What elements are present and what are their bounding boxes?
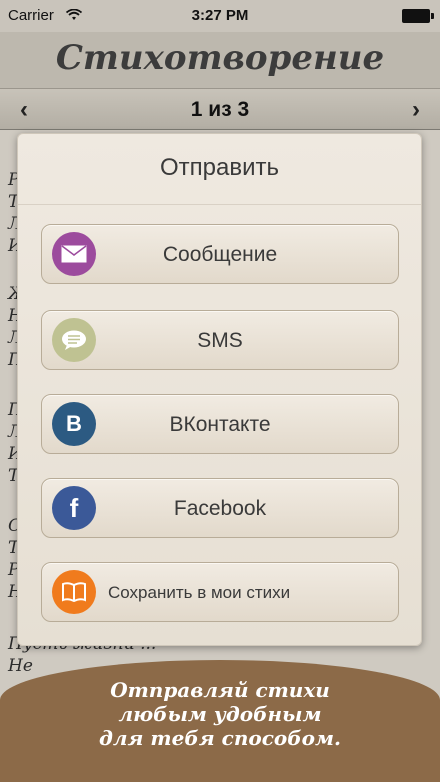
option-label: Сообщение (162, 243, 278, 266)
status-bar: Carrier 3:27 PM (0, 0, 440, 32)
dialog-title: Отправить (159, 154, 279, 181)
pager-bar: ‹ 1 из 3 › (0, 89, 440, 130)
page-title: Стихотворение (55, 38, 385, 78)
share-message-button[interactable]: Сообщение (41, 224, 399, 284)
status-time: 3:27 PM (191, 7, 249, 24)
option-label: Сохранить в мои стихи (108, 583, 291, 602)
caption-line: Отправляй стихи (110, 678, 330, 702)
save-to-my-poems-button[interactable]: Сохранить в мои стихи (41, 562, 399, 622)
share-vk-button[interactable]: B ВКонтакте (41, 394, 399, 454)
option-label: ВКонтакте (169, 413, 271, 436)
chevron-right-icon[interactable]: › (412, 96, 420, 124)
app-header: Стихотворение (0, 32, 440, 89)
divider (18, 204, 421, 205)
page-counter: 1 из 3 (190, 98, 250, 121)
battery-icon (402, 9, 434, 23)
option-label: SMS (197, 329, 243, 352)
book-icon (52, 570, 96, 614)
caption-line: любым удобным (118, 702, 322, 726)
share-dialog: Отправить Сообщение SMS B ВКонтакте f Fa… (17, 133, 422, 646)
option-label: Facebook (173, 497, 267, 520)
caption-line: для тебя способом. (99, 726, 341, 750)
share-sms-button[interactable]: SMS (41, 310, 399, 370)
share-facebook-button[interactable]: f Facebook (41, 478, 399, 538)
promo-caption: Отправляй стихи любым удобным для тебя с… (0, 678, 440, 750)
